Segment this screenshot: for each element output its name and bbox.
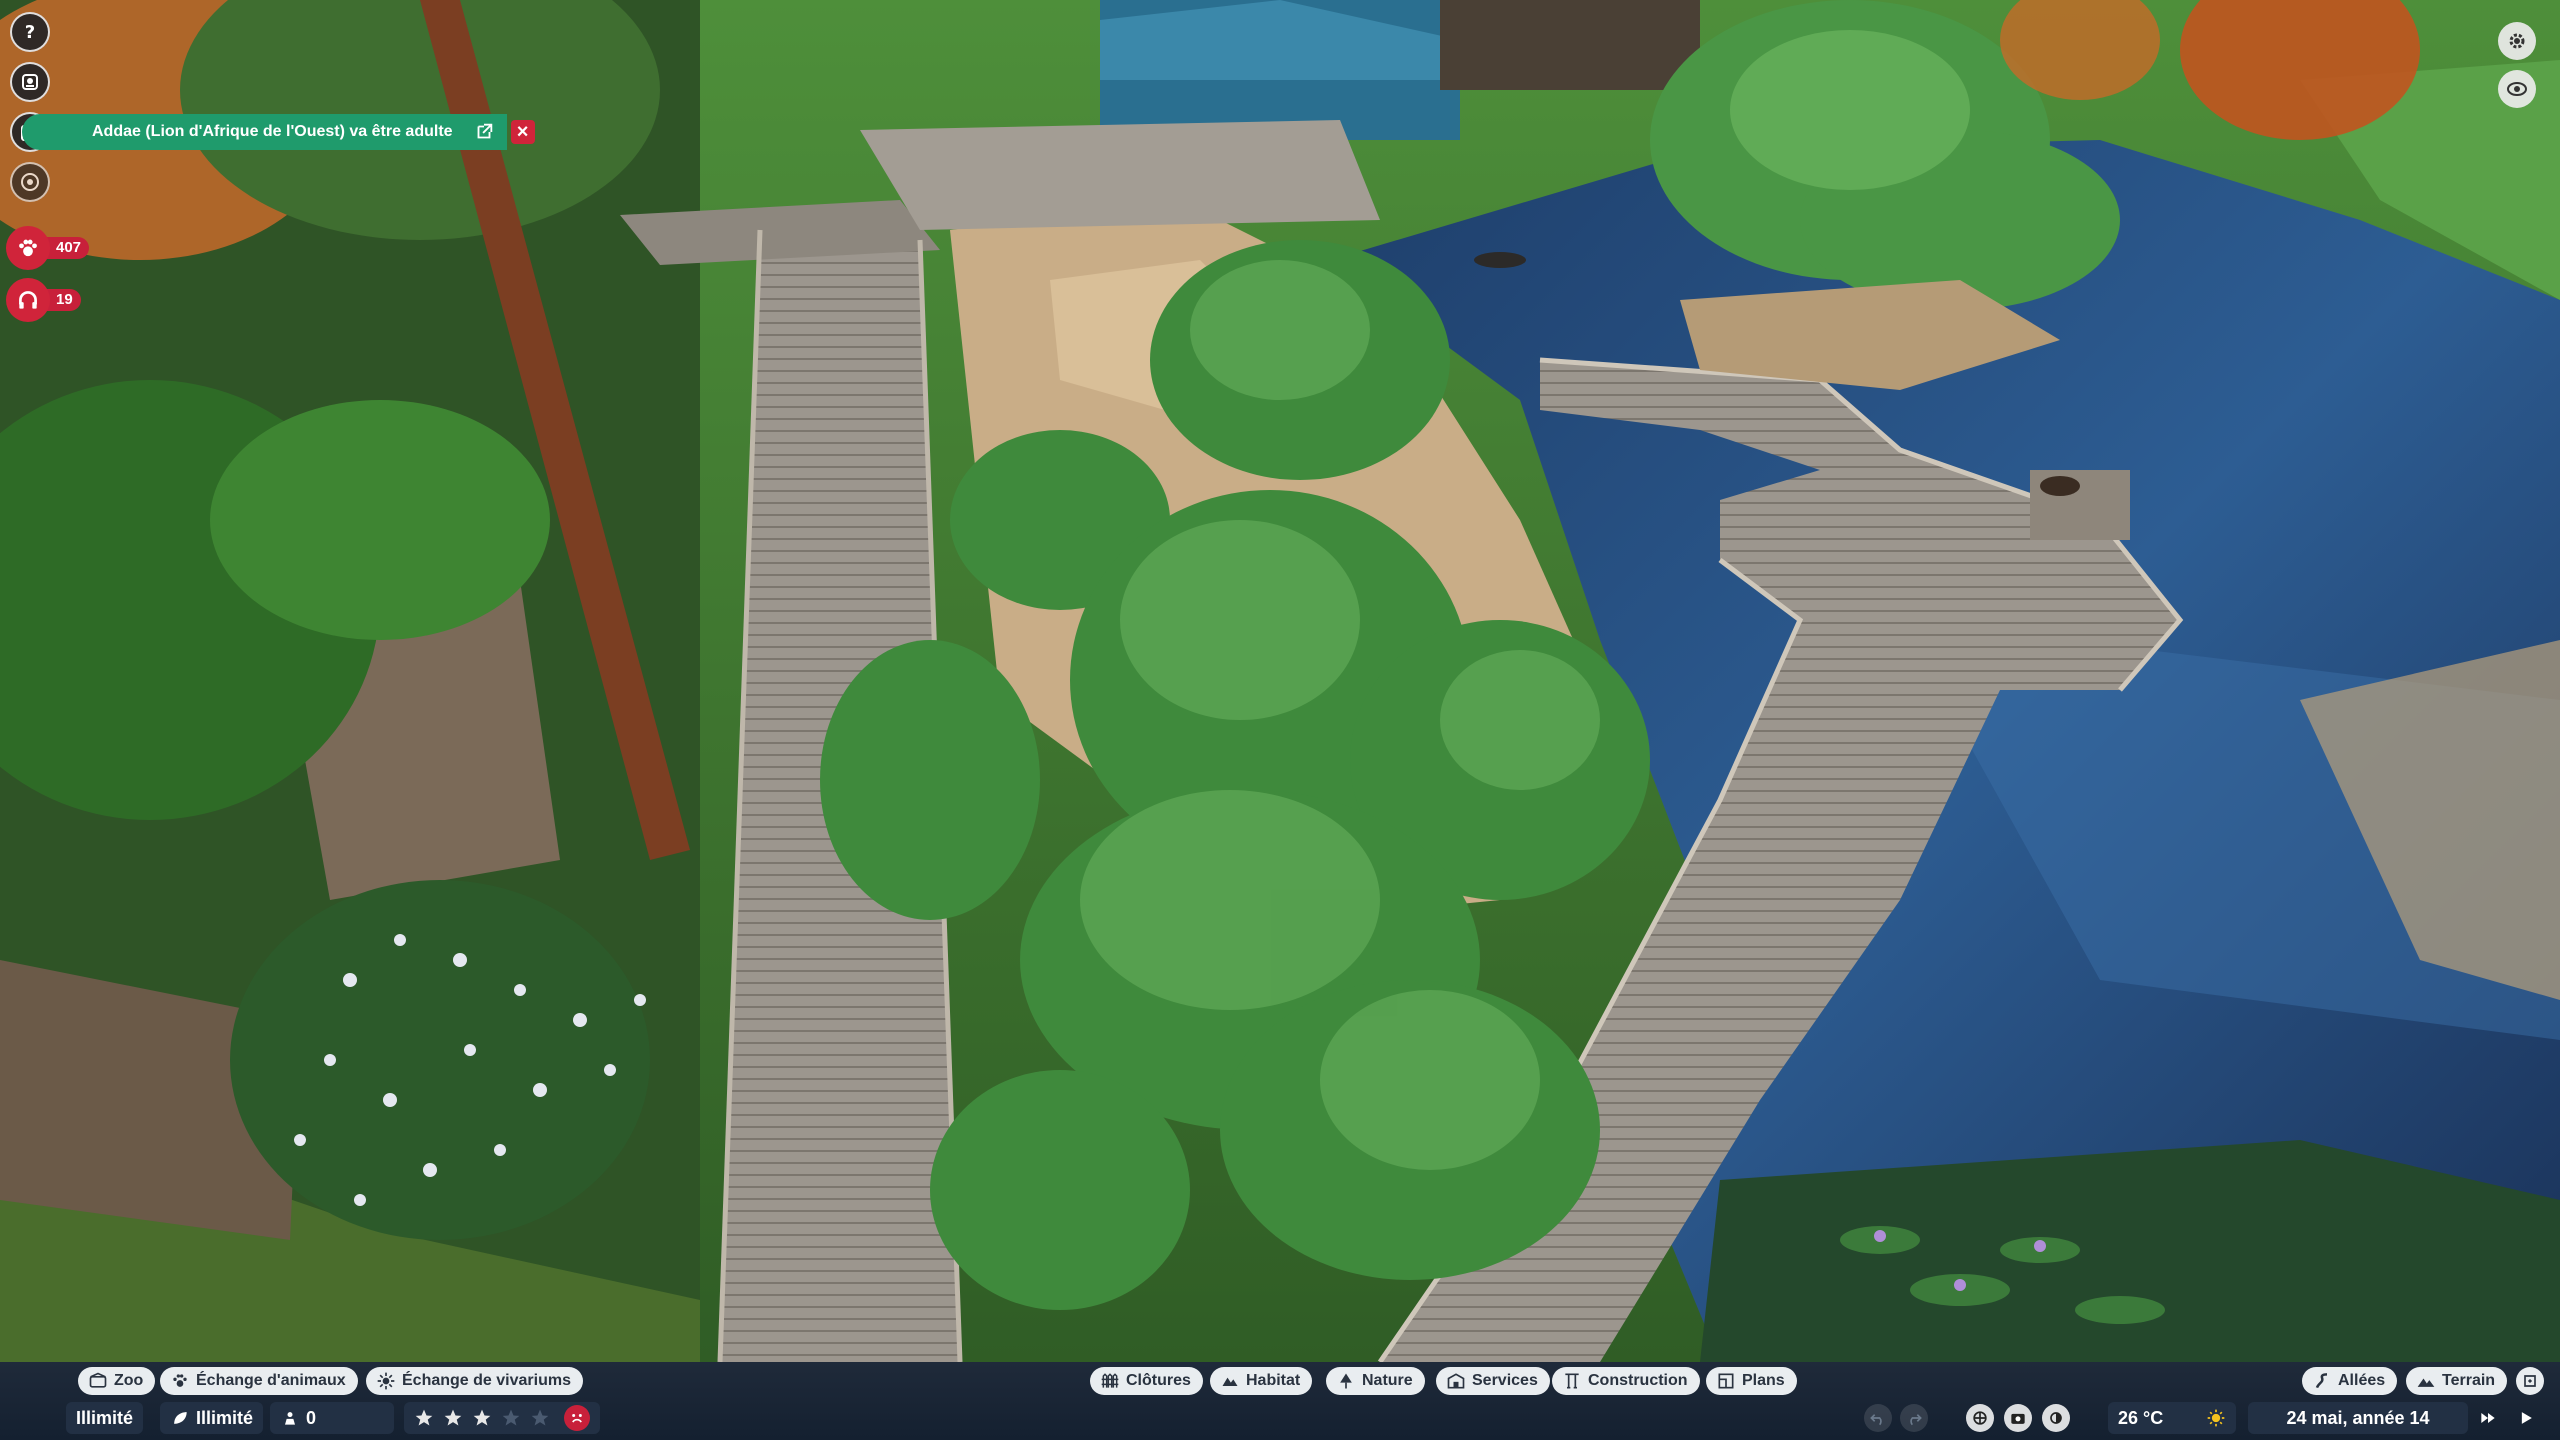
undo-icon: [1870, 1414, 1882, 1426]
tab-animal-exchange-label: Échange d'animaux: [196, 1372, 346, 1389]
star-icon: [473, 1409, 491, 1426]
tab-terrain-label: Terrain: [2442, 1372, 2496, 1389]
zoo-scene: [0, 0, 2560, 1440]
camera-icon: [2507, 82, 2527, 96]
notification-close-button[interactable]: ×: [510, 120, 535, 144]
research-display[interactable]: Illimité: [160, 1402, 264, 1434]
research-value: Illimité: [196, 1407, 254, 1428]
undo-button[interactable]: [1864, 1404, 1892, 1432]
overlay-toggle-button[interactable]: [1966, 1404, 1994, 1432]
tab-fences[interactable]: Clôtures: [1090, 1367, 1203, 1395]
construction-icon: [1565, 1373, 1579, 1389]
tab-construction[interactable]: Construction: [1552, 1367, 1700, 1395]
zoo-rating[interactable]: [404, 1402, 600, 1434]
overlay-button[interactable]: [10, 162, 50, 202]
animal-counter-circle: [6, 226, 50, 270]
conservation-icon: [285, 1412, 295, 1425]
tab-habitat[interactable]: Habitat: [1210, 1367, 1313, 1395]
tab-paths-label: Allées: [2338, 1372, 2386, 1389]
date-value: 24 mai, année 14: [2286, 1407, 2430, 1428]
conservation-display[interactable]: 0: [270, 1402, 394, 1434]
habitat-icon: [1222, 1377, 1238, 1386]
sad-face-icon: [564, 1405, 590, 1431]
tab-plans-label: Plans: [1742, 1372, 1785, 1389]
collapse-toolbar-button[interactable]: [2516, 1367, 2544, 1395]
blueprint-icon: [1718, 1373, 1734, 1389]
tab-services-label: Services: [1472, 1372, 1538, 1389]
play-button[interactable]: [2512, 1404, 2540, 1432]
sun-icon: [2207, 1409, 2225, 1427]
animal-counter[interactable]: 407: [6, 226, 90, 270]
weather-icon: [2050, 1412, 2062, 1424]
gear-icon: [2509, 33, 2525, 49]
tab-fences-label: Clôtures: [1126, 1372, 1191, 1389]
star-empty-icon: [502, 1409, 520, 1426]
photo-icon: [2011, 1413, 2025, 1424]
tab-services[interactable]: Services: [1436, 1367, 1550, 1395]
tab-zoo-label: Zoo: [114, 1372, 144, 1389]
guest-counter[interactable]: 19: [6, 278, 81, 322]
tab-habitat-label: Habitat: [1246, 1372, 1301, 1389]
headphones-icon: [19, 291, 37, 309]
help-button[interactable]: ?: [10, 12, 50, 52]
question-mark-icon: ?: [25, 22, 35, 43]
tab-vivarium-exchange[interactable]: Échange de vivariums: [366, 1367, 583, 1395]
fence-icon: [1101, 1373, 1119, 1388]
tab-plans[interactable]: Plans: [1706, 1367, 1797, 1395]
rating-stars: [414, 1408, 556, 1428]
zoo-icon: [89, 1372, 107, 1388]
tab-construction-label: Construction: [1588, 1372, 1688, 1389]
external-link-icon[interactable]: [473, 121, 495, 143]
conservation-value: 0: [306, 1407, 317, 1428]
guest-counter-circle: [6, 278, 50, 322]
date-display[interactable]: 24 mai, année 14: [2248, 1402, 2468, 1434]
tab-animal-exchange[interactable]: Échange d'animaux: [160, 1367, 358, 1395]
tab-vivarium-exchange-label: Échange de vivariums: [402, 1372, 571, 1389]
star-icon: [415, 1409, 433, 1426]
settings-button[interactable]: [2498, 22, 2536, 60]
redo-icon: [1910, 1414, 1922, 1426]
close-icon: ×: [516, 120, 529, 143]
expand-icon: [2524, 1375, 2536, 1387]
notification-banner[interactable]: Addae (Lion d'Afrique de l'Ouest) va êtr…: [22, 114, 535, 150]
notification-text: Addae (Lion d'Afrique de l'Ouest) va êtr…: [92, 123, 453, 140]
tab-nature[interactable]: Nature: [1326, 1367, 1425, 1395]
temperature-display[interactable]: 26 °C: [2108, 1402, 2236, 1434]
camera-button[interactable]: [2498, 70, 2536, 108]
photo-mode-button[interactable]: [2004, 1404, 2032, 1432]
fast-forward-button[interactable]: [2474, 1404, 2502, 1432]
star-empty-icon: [531, 1409, 549, 1426]
svg-text:?: ?: [25, 22, 35, 43]
notification-bar[interactable]: Addae (Lion d'Afrique de l'Ouest) va êtr…: [22, 114, 507, 150]
paw-icon: [19, 239, 37, 257]
staff-icon: [22, 74, 38, 90]
zookeeper-button[interactable]: [10, 62, 50, 102]
tree-icon: [1340, 1373, 1352, 1389]
redo-button[interactable]: [1900, 1404, 1928, 1432]
tab-nature-label: Nature: [1362, 1372, 1413, 1389]
game-viewport[interactable]: [0, 0, 2560, 1440]
paw-icon: [173, 1374, 187, 1387]
overlay-icon: [1973, 1411, 1987, 1425]
fast-forward-icon: [2481, 1413, 2495, 1423]
weather-button[interactable]: [2042, 1404, 2070, 1432]
vivarium-icon: [377, 1372, 395, 1390]
money-value: Illimité: [76, 1407, 134, 1428]
path-icon: [2315, 1373, 2328, 1389]
tab-zoo[interactable]: Zoo: [78, 1367, 156, 1395]
temperature-value: 26 °C: [2118, 1407, 2164, 1428]
leaf-icon: [174, 1412, 187, 1424]
building-icon: [1447, 1373, 1465, 1389]
tab-terrain[interactable]: Terrain: [2406, 1367, 2508, 1395]
eye-icon: [21, 173, 39, 191]
tab-paths[interactable]: Allées: [2302, 1367, 2398, 1395]
play-icon: [2521, 1412, 2532, 1424]
terrain-icon: [2417, 1378, 2435, 1387]
star-icon: [444, 1409, 462, 1426]
money-display[interactable]: Illimité: [66, 1402, 144, 1434]
